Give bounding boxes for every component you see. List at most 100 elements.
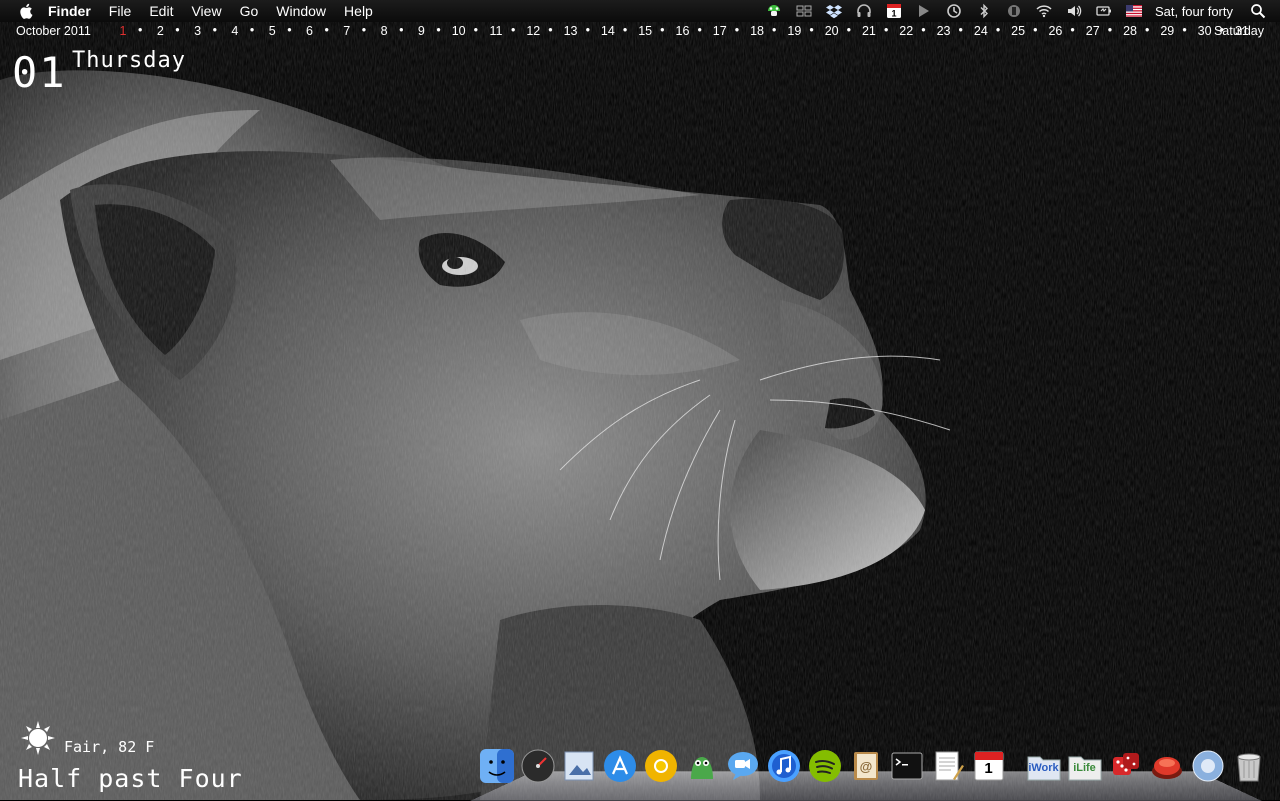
calendar-day-number: 18: [750, 24, 764, 38]
address-book-icon[interactable]: @: [848, 748, 884, 784]
menu-file[interactable]: File: [109, 3, 132, 19]
dropbox-icon[interactable]: [824, 2, 844, 20]
menu-view[interactable]: View: [191, 3, 221, 19]
calendar-day-3: 3 •: [191, 23, 228, 38]
menu-edit[interactable]: Edit: [149, 3, 173, 19]
calendar-separator: •: [473, 23, 479, 37]
calendar-separator: •: [212, 23, 217, 37]
calendar-day-18: 18 •: [750, 23, 787, 38]
downloads-stack-icon[interactable]: [1190, 748, 1226, 784]
calendar-separator: •: [436, 23, 441, 37]
menu-window[interactable]: Window: [276, 3, 326, 19]
menu-clock[interactable]: Sat, four forty: [1155, 4, 1233, 19]
chrome-canary-icon[interactable]: [643, 748, 679, 784]
calendar-day-10: 10 •: [452, 23, 489, 38]
ichat-icon[interactable]: [725, 748, 761, 784]
calendar-separator: •: [585, 23, 590, 37]
headphones-icon[interactable]: [854, 2, 874, 20]
calendar-separator: •: [138, 23, 143, 37]
calendar-day-13: 13 •: [563, 23, 601, 38]
ical-day-label: 1: [984, 760, 993, 777]
calendar-day-14: 14 •: [601, 23, 638, 38]
calendar-day-number: 17: [712, 24, 727, 38]
calendar-separator: •: [622, 23, 628, 37]
app-store-icon[interactable]: [602, 748, 638, 784]
spotify-icon[interactable]: [807, 748, 843, 784]
itunes-icon[interactable]: [766, 748, 802, 784]
calendar-separator: •: [995, 23, 1001, 37]
calendar-day-29: 29 •: [1160, 23, 1197, 38]
calendar-day-2: 2 •: [153, 23, 190, 38]
iwork-folder-icon[interactable]: iWork: [1026, 748, 1062, 784]
adium-icon[interactable]: [684, 748, 720, 784]
calendar-day-number: 24: [973, 24, 988, 38]
calendar-day-number: 19: [787, 24, 802, 38]
dock-items: @1 iWork iLife: [476, 748, 1269, 784]
sync-icon[interactable]: [1004, 2, 1024, 20]
calendar-day-15: 15 •: [638, 23, 675, 38]
terminal-icon[interactable]: [889, 748, 925, 784]
calendar-day-number: 11: [489, 24, 503, 38]
calendar-separator: •: [361, 23, 367, 37]
calendar-day-6: 6 •: [302, 23, 339, 38]
growl-icon[interactable]: [914, 2, 934, 20]
calendar-day-number: 30: [1197, 24, 1212, 38]
textedit-icon[interactable]: [930, 748, 966, 784]
calendar-day-12: 12 •: [526, 23, 563, 38]
calendar-weekday: Saturday: [1213, 24, 1264, 38]
calendar-day-number: 16: [675, 24, 690, 38]
time-in-words: Half past Four: [18, 764, 243, 793]
calendar-separator: •: [809, 23, 814, 37]
sun-icon: [21, 721, 55, 755]
menu-help[interactable]: Help: [344, 3, 373, 19]
svg-text:@: @: [859, 759, 872, 774]
calendar-day-16: 16 •: [675, 23, 712, 38]
apple-logo-icon[interactable]: [18, 2, 36, 20]
calendar-day-9: 9 •: [414, 23, 451, 38]
iwork-label: iWork: [1028, 762, 1059, 774]
dashboard-icon[interactable]: [520, 748, 556, 784]
battery-icon[interactable]: [1094, 2, 1114, 20]
date-number: 01: [12, 48, 67, 97]
wifi-icon[interactable]: [1034, 2, 1054, 20]
calendar-separator: •: [1033, 23, 1038, 37]
calendar-day-number: 8: [380, 24, 388, 38]
menu-app-finder[interactable]: Finder: [48, 3, 91, 19]
ical-icon[interactable]: 1: [971, 748, 1007, 784]
mushroom-icon[interactable]: [764, 2, 784, 20]
calendar-day-5: 5 •: [265, 23, 302, 38]
calendar-day-24: 24 •: [973, 23, 1011, 38]
spotlight-icon[interactable]: [1248, 2, 1268, 20]
status-menu-area: 1 Sat, four forty: [759, 0, 1280, 22]
calendar-day-number: 9: [417, 24, 425, 38]
calendar-day-number: 26: [1048, 24, 1063, 38]
calendar-day-number: 7: [343, 24, 351, 38]
calendar-day-number: 22: [899, 24, 914, 38]
calendar-day-number: 2: [156, 24, 164, 38]
red-button-app-icon[interactable]: [1149, 748, 1185, 784]
us-flag-icon[interactable]: [1124, 2, 1144, 20]
dice-app-icon[interactable]: [1108, 748, 1144, 784]
menu-go[interactable]: Go: [240, 3, 259, 19]
calendar-day-number: 12: [526, 24, 541, 38]
calendar-day-number: 13: [563, 24, 578, 38]
calendar-icon[interactable]: 1: [884, 2, 904, 20]
calendar-day-21: 21 •: [861, 23, 899, 38]
calendar-day-26: 26 •: [1048, 23, 1085, 38]
calendar-day-number: 29: [1160, 24, 1175, 38]
calendar-day-number: 3: [194, 24, 202, 38]
day-name: Thursday: [72, 48, 186, 73]
calendar-separator: •: [772, 23, 777, 37]
spaces-icon[interactable]: [794, 2, 814, 20]
bluetooth-icon[interactable]: [974, 2, 994, 20]
trash-icon[interactable]: [1231, 748, 1267, 784]
preview-icon[interactable]: [561, 748, 597, 784]
calendar-separator: •: [287, 23, 292, 37]
finder-icon[interactable]: [479, 748, 515, 784]
calendar-day-number: 21: [861, 24, 876, 38]
calendar-separator: •: [1145, 23, 1150, 37]
volume-icon[interactable]: [1064, 2, 1084, 20]
calendar-separator: •: [734, 23, 740, 37]
ilife-folder-icon[interactable]: iLife: [1067, 748, 1103, 784]
time-machine-icon[interactable]: [944, 2, 964, 20]
